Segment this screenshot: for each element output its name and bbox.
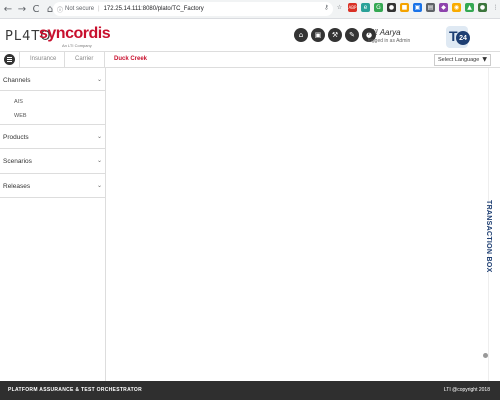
app-header: PL4TO syncordis An LTI Company ⌂ ▣ ⚒ ✎ ● Hi!… [0,19,500,51]
tools-icon[interactable]: ⚒ [328,28,342,42]
back-button[interactable]: ← [2,2,14,16]
ext-purple-icon[interactable]: ◆ [439,3,448,12]
sidebar-section-scenarios[interactable]: Scenarios ⌄ [0,149,106,174]
ext-gray-icon[interactable]: ▤ [426,3,435,12]
sidebar-section-label: Channels [3,77,31,84]
user-greeting: Hi! Aarya [368,28,401,37]
ext-orange-icon[interactable]: ■ [400,3,409,12]
ext-green2-icon[interactable]: ▲ [465,3,474,12]
t24-logo[interactable]: T 24 [446,26,470,48]
sidebar: Channels ⌄ AIS WEB Products ⌄ Scenarios … [0,68,106,381]
url-text[interactable]: 172.25.14.111:8080/plato/TC_Factory [104,6,204,12]
sidebar-section-channels[interactable]: Channels ⌄ [0,68,106,91]
breadcrumb-bar: Insurance Carrier Duck Creek Select Lang… [0,51,500,68]
user-role: logged in as Admin [368,38,411,44]
header-icon-group: ⌂ ▣ ⚒ ✎ ● [294,28,379,42]
ext-green-icon[interactable]: G [374,3,383,12]
chevron-down-icon[interactable]: ⌄ [97,76,102,83]
star-icon[interactable]: ☆ [335,3,344,12]
info-icon[interactable]: ⓘ [57,5,63,14]
breadcrumb-insurance[interactable]: Insurance [30,56,56,62]
ext-dark-icon[interactable]: ● [387,3,396,12]
briefcase-icon[interactable]: ▣ [311,28,325,42]
reload-button[interactable]: C [30,2,42,16]
chevron-down-icon[interactable]: ⌄ [97,182,102,189]
abp-icon[interactable]: ABP [348,3,357,12]
chevron-down-icon[interactable]: ⌄ [97,133,102,140]
address-bar[interactable]: ⓘ Not secure | 172.25.14.111:8080/plato/… [53,2,333,16]
syncordis-logo: syncordis [39,25,111,42]
sidebar-section-label: Scenarios [3,158,32,165]
breadcrumb-duck-creek[interactable]: Duck Creek [114,56,147,62]
crumb-divider [19,52,20,67]
main-workspace[interactable] [107,68,488,381]
footer: PLATFORM ASSURANCE & TEST ORCHESTRATOR L… [0,381,500,400]
caret-down-icon: ▼ [482,56,487,63]
logo-tagline: An LTI Company [62,43,92,48]
sidebar-section-label: Products [3,134,29,141]
footer-product-name: PLATFORM ASSURANCE & TEST ORCHESTRATOR [8,387,142,393]
sidebar-item-ais[interactable]: AIS [14,99,23,105]
crumb-divider [104,52,105,67]
ext-teal-icon[interactable]: e [361,3,370,12]
hamburger-menu-icon[interactable] [4,54,15,65]
sidebar-section-products[interactable]: Products ⌄ [0,125,106,149]
security-label: Not secure [65,6,95,12]
crumb-divider [64,52,65,67]
language-select[interactable]: Select Language ▼ [434,54,491,66]
ext-blue-icon[interactable]: ▣ [413,3,422,12]
home-icon[interactable]: ⌂ [294,28,308,42]
footer-copyright: LTI @copyright 2018 [443,387,490,393]
chevron-down-icon[interactable]: ⌄ [97,157,102,164]
profile-icon[interactable]: ● [478,3,487,12]
language-select-label: Select Language [438,57,480,63]
user-info: Hi! Aarya logged in as Admin [368,28,410,44]
forward-button[interactable]: → [16,2,28,16]
wrench-icon[interactable]: ✎ [345,28,359,42]
menu-dots-icon[interactable]: ⋮ [491,3,500,12]
extension-toolbar: ⚷ ☆ ABP e G ● ■ ▣ ▤ ◆ ◉ ▲ ● ⋮ [322,3,500,12]
sidebar-section-label: Releases [3,183,31,190]
address-divider: | [98,6,100,12]
t24-badge: 24 [456,31,470,45]
sidebar-item-web[interactable]: WEB [14,113,27,119]
scroll-dot-icon[interactable] [483,353,488,358]
breadcrumb-carrier[interactable]: Carrier [75,56,93,62]
browser-toolbar: ← → C ⌂ ⓘ Not secure | 172.25.14.111:808… [0,0,500,19]
transaction-box-tab[interactable]: TRANSACTION BOX [485,200,492,273]
key-icon[interactable]: ⚷ [322,3,331,12]
ext-yellow-icon[interactable]: ◉ [452,3,461,12]
sidebar-section-releases[interactable]: Releases ⌄ [0,174,106,198]
